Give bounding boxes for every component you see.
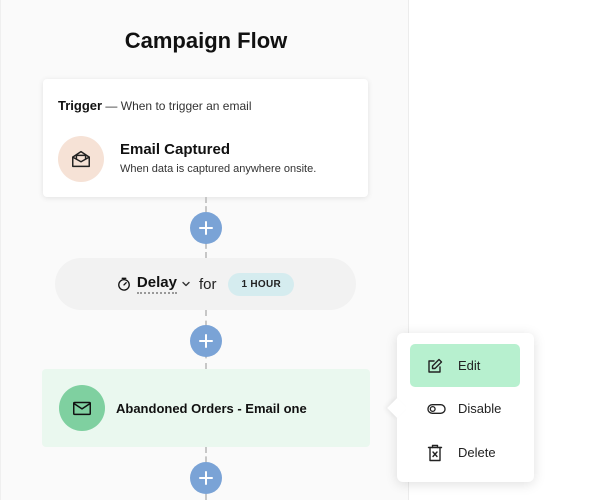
- delay-duration-badge[interactable]: 1 HOUR: [228, 272, 295, 296]
- campaign-flow-page: Campaign Flow Trigger — When to trigger …: [0, 0, 613, 500]
- delay-type-dropdown[interactable]: Delay: [136, 274, 191, 294]
- plus-icon: [199, 221, 213, 235]
- menu-item-label: Disable: [458, 401, 502, 416]
- add-step-button[interactable]: [190, 212, 222, 244]
- menu-item-edit[interactable]: Edit: [410, 344, 520, 387]
- step-context-menu: Edit Disable Delete: [387, 333, 534, 482]
- menu-item-disable[interactable]: Disable: [410, 387, 520, 430]
- envelope-open-icon: [58, 136, 104, 182]
- trigger-card[interactable]: Trigger — When to trigger an email Email…: [43, 79, 368, 197]
- trigger-header: Trigger — When to trigger an email: [58, 98, 251, 113]
- page-title: Campaign Flow: [124, 28, 288, 53]
- menu-item-delete[interactable]: Delete: [410, 431, 520, 474]
- chevron-down-icon: [182, 281, 190, 287]
- trigger-event-title: Email Captured: [120, 141, 231, 158]
- timer-icon: [118, 277, 130, 291]
- menu-item-label: Delete: [458, 445, 496, 460]
- trash-icon: [427, 444, 443, 461]
- trigger-event-description: When data is captured anywhere onsite.: [120, 163, 317, 175]
- trigger-label: Trigger: [58, 98, 103, 113]
- plus-icon: [199, 334, 213, 348]
- toggle-icon: [427, 403, 446, 414]
- menu-item-label: Edit: [458, 358, 481, 373]
- edit-icon: [428, 358, 443, 373]
- email-step-card[interactable]: Abandoned Orders - Email one: [42, 369, 370, 447]
- delay-label: Delay: [136, 274, 177, 294]
- trigger-description: — When to trigger an email: [105, 99, 252, 113]
- envelope-icon: [59, 385, 105, 431]
- email-step-title: Abandoned Orders - Email one: [116, 401, 307, 416]
- add-step-button[interactable]: [190, 462, 222, 494]
- add-step-button[interactable]: [190, 325, 222, 357]
- plus-icon: [199, 471, 213, 485]
- delay-connector-text: for: [198, 275, 217, 293]
- divider: [0, 0, 1, 500]
- delay-step[interactable]: Delay for 1 HOUR: [55, 258, 356, 310]
